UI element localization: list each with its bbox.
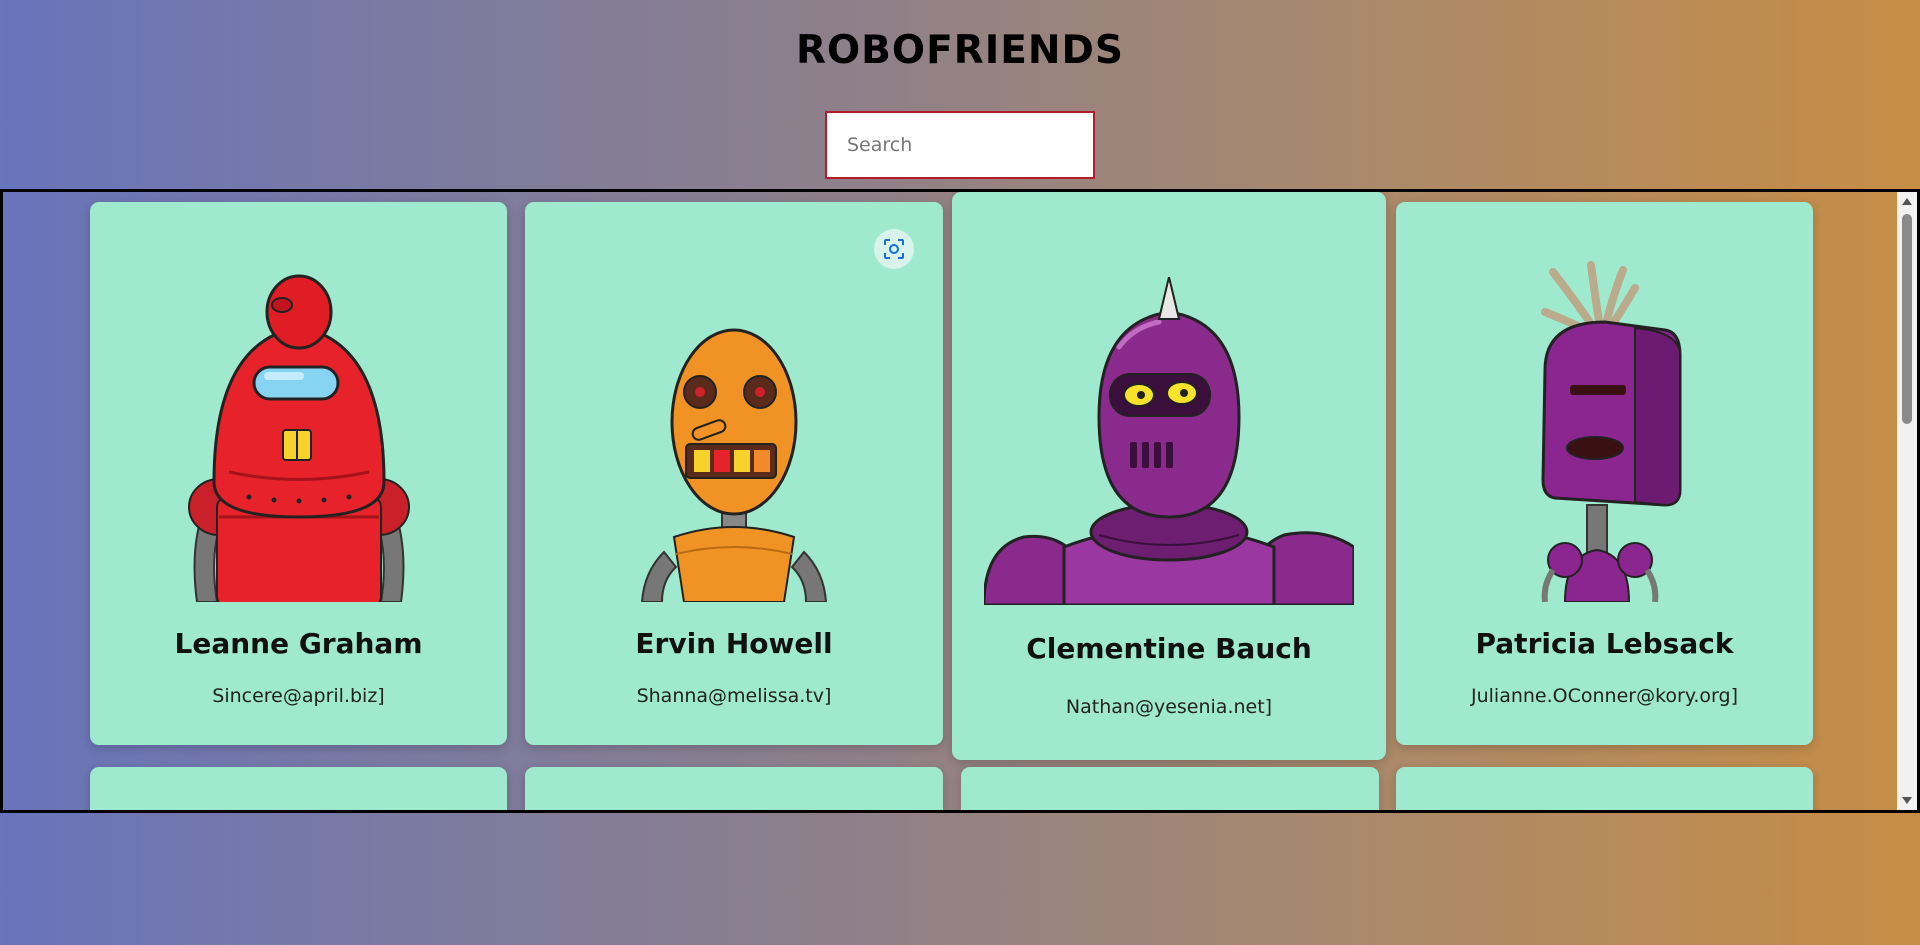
robot-email: Shanna@melissa.tv]: [636, 685, 832, 707]
robot-card[interactable]: Ervin Howell Shanna@melissa.tv]: [525, 202, 943, 745]
robot-name: Patricia Lebsack: [1475, 627, 1734, 660]
scroll-down-arrow-icon[interactable]: [1902, 797, 1912, 804]
robot-name: Clementine Bauch: [1026, 632, 1312, 665]
robot-avatar: [1540, 261, 1681, 602]
robot-card[interactable]: [90, 767, 507, 810]
robot-email: Nathan@yesenia.net]: [1065, 696, 1273, 718]
robot-avatar: [187, 274, 410, 602]
robot-card[interactable]: Patricia Lebsack Julianne.OConner@kory.o…: [1396, 202, 1813, 745]
search-box[interactable]: [825, 111, 1095, 179]
scrollbar-thumb[interactable]: [1902, 214, 1912, 424]
robot-name: Ervin Howell: [635, 627, 833, 660]
scroll-up-arrow-icon[interactable]: [1902, 198, 1912, 205]
page-title: ROBOFRIENDS: [796, 28, 1124, 73]
scan-button[interactable]: [874, 229, 914, 269]
robot-card[interactable]: [1396, 767, 1813, 810]
robot-card[interactable]: Clementine Bauch Nathan@yesenia.net]: [952, 192, 1386, 760]
robot-email: Julianne.OConner@kory.org]: [1470, 685, 1738, 707]
search-input[interactable]: [827, 113, 1093, 177]
robot-avatar: [984, 277, 1354, 605]
robot-card[interactable]: [525, 767, 943, 810]
robot-email: Sincere@april.biz]: [212, 685, 385, 707]
robot-card[interactable]: [961, 767, 1379, 810]
robot-avatar: [640, 328, 828, 602]
robot-card[interactable]: Leanne Graham Sincere@april.biz]: [90, 202, 507, 745]
vertical-scrollbar[interactable]: [1897, 192, 1917, 810]
card-list-scroll-container[interactable]: Leanne Graham Sincere@april.biz] Ervin H…: [0, 189, 1920, 813]
scan-icon: [884, 239, 904, 259]
robot-name: Leanne Graham: [174, 627, 423, 660]
